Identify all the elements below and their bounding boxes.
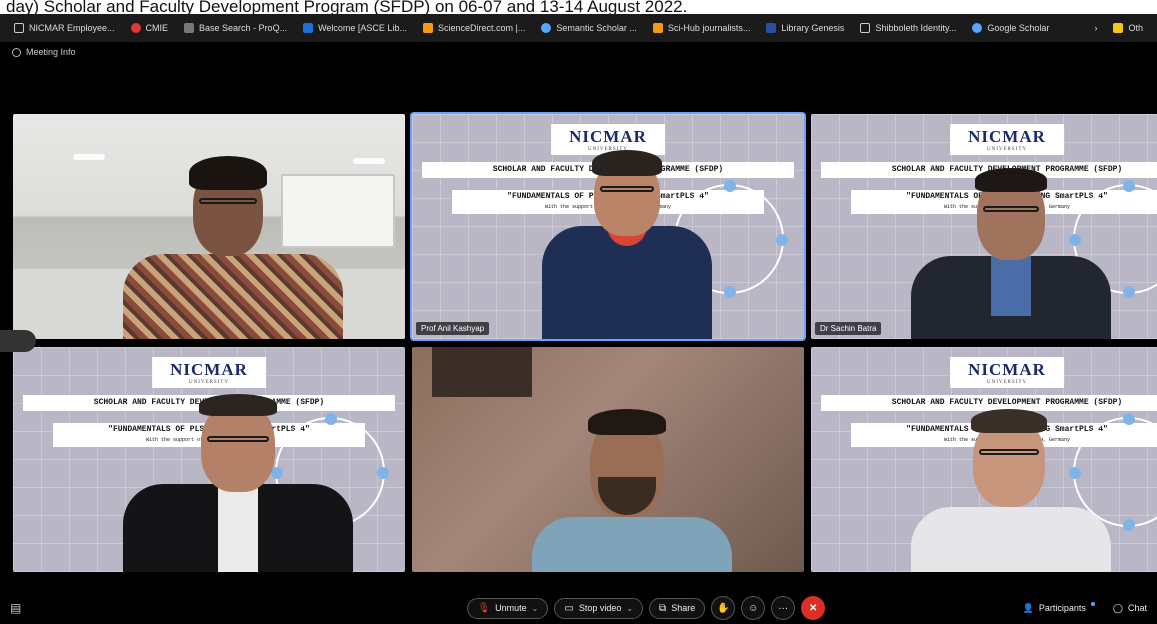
bookmark-other[interactable]: Oth — [1107, 21, 1149, 35]
meeting-toolbar: ▤ 🎙 Unmute ⌄ ▭ Stop video ⌄ ⧉ Share ✋ ☺ … — [0, 592, 1157, 624]
folder-icon — [1113, 23, 1124, 33]
chevron-right-icon: › — [1094, 23, 1098, 33]
stop-video-label: Stop video — [578, 603, 622, 613]
page-icon — [14, 23, 24, 33]
bookmark-google-scholar[interactable]: Google Scholar — [966, 21, 1055, 35]
stop-video-button[interactable]: ▭ Stop video ⌄ — [554, 597, 644, 619]
toolbar-controls: 🎙 Unmute ⌄ ▭ Stop video ⌄ ⧉ Share ✋ ☺ ··… — [40, 596, 1023, 620]
close-icon: ✕ — [809, 602, 818, 614]
bookmarks-bar: NICMAR Employee... CMIE Base Search - Pr… — [0, 14, 1157, 42]
page-caption: day) Scholar and Faculty Development Pro… — [0, 0, 1157, 14]
nicmar-logo: NICMAR UNIVERSITY — [950, 124, 1064, 155]
bookmark-cmie[interactable]: CMIE — [125, 21, 175, 35]
bookmark-label: Google Scholar — [987, 23, 1050, 33]
bookmark-semantic-scholar[interactable]: Semantic Scholar ... — [535, 21, 643, 35]
share-button[interactable]: ⧉ Share — [649, 597, 706, 619]
page-icon — [860, 23, 871, 33]
video-tile-active-speaker[interactable]: NICMARUNIVERSITY SCHOLAR AND FACULTY DEV… — [412, 114, 804, 339]
participant-video — [123, 392, 353, 572]
participants-button[interactable]: 👤 Participants — [1023, 602, 1095, 614]
participant-video — [532, 148, 732, 339]
participants-icon: 👤 — [1022, 602, 1034, 613]
bookmark-label: Welcome [ASCE Lib... — [318, 23, 407, 33]
meeting-info-button[interactable]: Meeting Info — [12, 47, 76, 57]
microphone-muted-icon: 🎙 — [477, 602, 491, 614]
participant-video — [911, 164, 1111, 339]
nicmar-logo: NICMAR UNIVERSITY — [950, 357, 1064, 388]
participant-video — [123, 144, 343, 339]
google-scholar-icon — [972, 23, 983, 33]
background-frame — [432, 347, 532, 397]
chat-button[interactable]: ◯ Chat — [1113, 603, 1147, 614]
meeting-info-label: Meeting Info — [26, 47, 76, 57]
chevron-down-icon[interactable]: ⌄ — [532, 604, 539, 613]
video-grid: NICMARUNIVERSITY SCHOLAR AND FACULTY DEV… — [0, 62, 1157, 592]
unmute-label: Unmute — [495, 603, 527, 613]
participant-name: Dr Sachin Batra — [815, 322, 882, 335]
bookmark-label: Semantic Scholar ... — [556, 23, 637, 33]
bookmark-label: Shibboleth Identity... — [875, 23, 957, 33]
participant-name: Prof Anil Kashyap — [416, 322, 490, 335]
bookmark-label: ScienceDirect.com |... — [437, 23, 526, 33]
chevron-down-icon[interactable]: ⌄ — [626, 604, 633, 613]
bookmark-label: Library Genesis — [781, 23, 845, 33]
bookmark-libgen[interactable]: Library Genesis — [760, 21, 850, 35]
more-options-button[interactable]: ··· — [771, 596, 796, 620]
meeting-header: Meeting Info — [0, 42, 1157, 62]
bookmark-sciencedirect[interactable]: ScienceDirect.com |... — [417, 21, 531, 35]
participant-video — [532, 407, 732, 572]
participants-label: Participants — [1038, 603, 1086, 613]
toolbar-right: 👤 Participants ◯ Chat — [1023, 602, 1147, 614]
video-tile[interactable] — [13, 114, 405, 339]
libgen-icon — [766, 23, 777, 33]
more-icon: ··· — [778, 602, 789, 614]
ceiling-light — [73, 154, 105, 160]
bookmark-label: CMIE — [145, 23, 169, 33]
chat-icon: ◯ — [1112, 602, 1123, 613]
share-screen-icon: ⧉ — [659, 602, 667, 614]
unmute-button[interactable]: 🎙 Unmute ⌄ — [467, 597, 549, 619]
smiley-icon: ☺ — [748, 602, 759, 614]
reactions-button[interactable]: ☺ — [741, 596, 766, 620]
hand-icon: ✋ — [716, 602, 730, 614]
bookmark-asce[interactable]: Welcome [ASCE Lib... — [297, 21, 413, 35]
video-tile[interactable]: NICMARUNIVERSITY SCHOLAR AND FACULTY DEV… — [811, 114, 1157, 339]
bookmark-nicmar-employee[interactable]: NICMAR Employee... — [8, 21, 121, 35]
side-panel-handle[interactable] — [0, 330, 36, 352]
bookmark-label: NICMAR Employee... — [29, 23, 115, 33]
video-tile[interactable] — [412, 347, 804, 572]
bookmark-label: Oth — [1128, 23, 1143, 33]
layout-button[interactable]: ▤ — [10, 601, 40, 615]
layout-icon: ▤ — [10, 601, 22, 615]
bookmarks-overflow-chevron[interactable]: › — [1088, 21, 1103, 35]
asce-icon — [303, 23, 314, 33]
participant-video — [911, 407, 1111, 572]
bookmark-shibboleth[interactable]: Shibboleth Identity... — [854, 21, 962, 35]
video-tile[interactable]: NICMARUNIVERSITY SCHOLAR AND FACULTY DEV… — [811, 347, 1157, 572]
ceiling-light — [353, 158, 385, 164]
bookmark-label: Base Search - ProQ... — [199, 23, 288, 33]
share-label: Share — [671, 603, 696, 613]
semantic-scholar-icon — [541, 23, 552, 33]
notification-dot — [1090, 602, 1095, 606]
chat-label: Chat — [1127, 603, 1147, 613]
bookmark-proquest[interactable]: Base Search - ProQ... — [178, 21, 293, 35]
cmie-icon — [130, 23, 141, 33]
raise-hand-button[interactable]: ✋ — [711, 596, 736, 620]
bookmark-scihub[interactable]: Sci-Hub journalists... — [647, 21, 757, 35]
sciencedirect-icon — [422, 23, 433, 33]
info-icon — [12, 47, 21, 57]
leave-meeting-button[interactable]: ✕ — [801, 596, 826, 620]
camera-icon: ▭ — [564, 602, 574, 614]
nicmar-logo: NICMAR UNIVERSITY — [152, 357, 266, 388]
scihub-icon — [652, 23, 663, 33]
bookmark-label: Sci-Hub journalists... — [667, 23, 751, 33]
proquest-icon — [184, 23, 195, 33]
video-tile[interactable]: NICMARUNIVERSITY SCHOLAR AND FACULTY DEV… — [13, 347, 405, 572]
